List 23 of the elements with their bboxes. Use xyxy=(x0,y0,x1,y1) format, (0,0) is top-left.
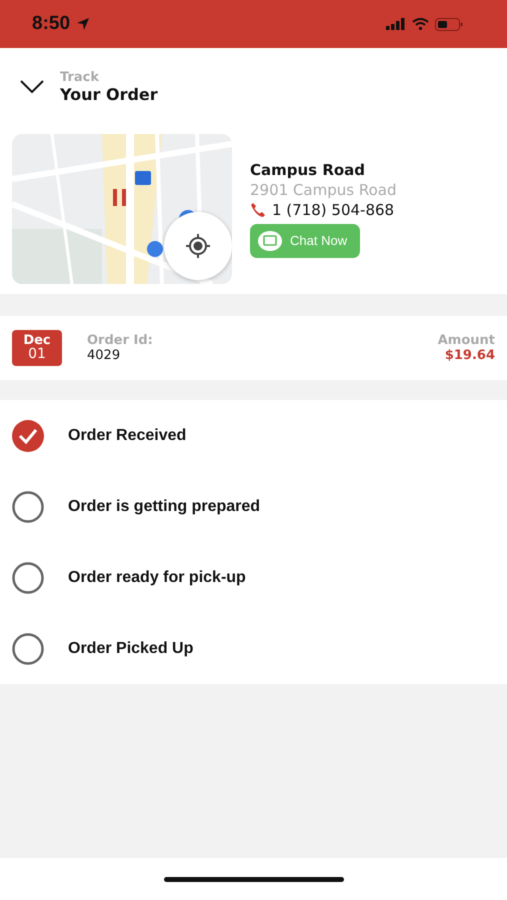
order-id-label: Order Id: xyxy=(87,333,154,348)
date-badge: Dec 01 xyxy=(12,330,62,366)
store-name: Campus Road xyxy=(250,160,366,178)
wifi-icon xyxy=(412,18,429,30)
header-subtitle: Track xyxy=(60,70,100,85)
phone-icon xyxy=(250,202,266,218)
battery-icon xyxy=(435,18,463,30)
amount-label: Amount xyxy=(438,333,495,348)
step-label: Order Picked Up xyxy=(68,640,194,658)
status-time: 8:50 xyxy=(32,13,70,35)
step-label: Order ready for pick-up xyxy=(68,568,246,586)
location-arrow-icon xyxy=(76,17,90,31)
target-icon xyxy=(185,233,211,259)
amount-value: $19.64 xyxy=(444,348,495,363)
order-id: 4029 xyxy=(87,348,122,363)
signal-icon xyxy=(386,18,406,30)
step-label: Order Received xyxy=(68,426,186,444)
chat-icon xyxy=(258,230,282,250)
step-label: Order is getting prepared xyxy=(68,498,260,516)
page-title: Your Order xyxy=(60,85,158,104)
chevron-down-icon[interactable] xyxy=(20,80,44,94)
phone-number[interactable]: 1 (718) 504-868 xyxy=(272,200,394,218)
store-address: 2901 Campus Road xyxy=(250,180,396,198)
